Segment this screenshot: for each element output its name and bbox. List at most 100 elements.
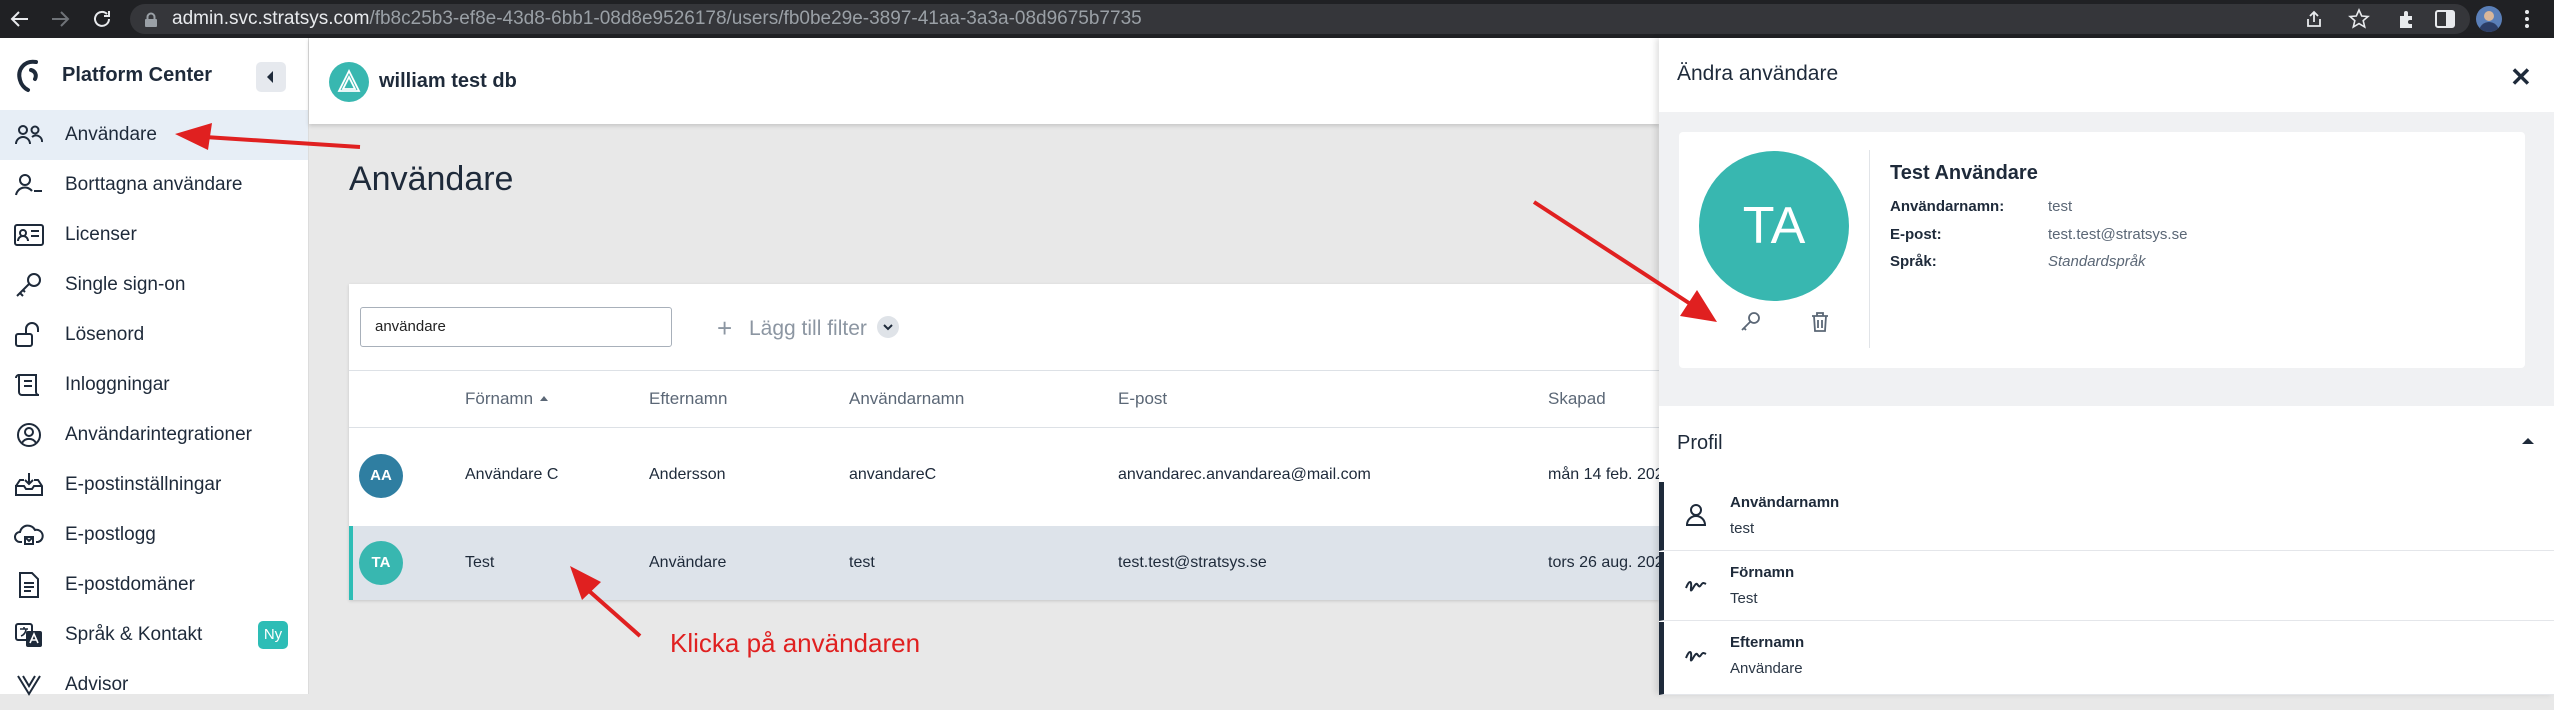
profile-field-label: Användarnamn — [1730, 494, 1840, 511]
column-header-created[interactable]: Skapad — [1548, 389, 1606, 409]
chevron-left-icon — [267, 71, 273, 83]
profile-field-username[interactable]: Användarnamn test — [1659, 482, 2554, 551]
avatar: TA — [1699, 151, 1849, 301]
platform-logo-icon — [14, 58, 46, 94]
sidebar-item-email-log[interactable]: E-postlogg — [0, 510, 308, 560]
sidebar-item-label: Språk & Kontakt — [65, 624, 203, 645]
chevron-down-icon — [883, 324, 893, 331]
user-summary-card: TA Test Användare Användarnamn: test E-p… — [1679, 132, 2525, 368]
table-row[interactable]: AA Användare C Andersson anvandareC anva… — [349, 427, 1673, 525]
trash-icon[interactable] — [1809, 310, 1831, 334]
new-badge: Ny — [258, 621, 288, 649]
menu-kebab-icon[interactable] — [2524, 9, 2530, 29]
sidebar-item-label: Borttagna användare — [65, 174, 243, 195]
sidebar-item-user-integrations[interactable]: Användarintegrationer — [0, 410, 308, 460]
sidebar-item-language-contact[interactable]: Språk & Kontakt Ny — [0, 610, 308, 660]
cell-first-name: Test — [465, 554, 495, 571]
profile-field-label: Efternamn — [1730, 634, 1805, 651]
field-value-language: Standardspråk — [2048, 253, 2146, 270]
back-icon[interactable] — [8, 7, 32, 31]
profile-field-first-name[interactable]: Förnamn Test — [1659, 552, 2554, 621]
profile-avatar[interactable] — [2476, 6, 2502, 32]
collapse-sidebar-button[interactable] — [256, 62, 286, 92]
brand-name: Platform Center — [62, 64, 213, 86]
database-logo-icon — [329, 62, 369, 102]
profile-field-last-name[interactable]: Efternamn Användare — [1659, 622, 2554, 695]
avatar: TA — [359, 541, 403, 585]
extensions-icon[interactable] — [2396, 8, 2418, 30]
sidebar-item-label: Inloggningar — [65, 374, 170, 395]
scroll-icon — [14, 372, 44, 398]
cell-last-name: Andersson — [649, 466, 726, 483]
app-header: william test db — [309, 38, 1659, 124]
chevron-up-icon[interactable] — [2519, 432, 2537, 450]
sidebar-item-licenses[interactable]: Licenser — [0, 210, 308, 260]
sidebar-item-label: Användare — [65, 124, 157, 145]
sidebar-item-sso[interactable]: Single sign-on — [0, 260, 308, 310]
cloud-mail-icon — [14, 522, 44, 548]
field-label: Användarnamn: — [1890, 198, 2005, 215]
lock-icon — [14, 322, 44, 348]
cell-username: anvandareC — [849, 466, 937, 483]
sidebar-item-label: Lösenord — [65, 324, 145, 345]
sidebar-item-deleted-users[interactable]: Borttagna användare — [0, 160, 308, 210]
cell-created: mån 14 feb. 2022 — [1548, 466, 1673, 483]
panel-title: Ändra användare — [1677, 62, 1839, 85]
column-header-username[interactable]: Användarnamn — [849, 389, 964, 409]
cell-email: test.test@stratsys.se — [1118, 554, 1267, 571]
user-removed-icon — [14, 172, 44, 198]
cell-created: tors 26 aug. 2021 — [1548, 554, 1673, 571]
cell-last-name: Användare — [649, 554, 727, 571]
sidebar-item-advisor[interactable]: Advisor — [0, 660, 308, 710]
field-label: E-post: — [1890, 226, 1942, 243]
search-input[interactable]: användare — [360, 307, 672, 347]
avatar: AA — [359, 454, 403, 498]
sidebar-item-users[interactable]: Användare — [0, 110, 308, 160]
search-input-value: användare — [375, 318, 446, 335]
sidebar-item-password[interactable]: Lösenord — [0, 310, 308, 360]
sidebar-item-label: Advisor — [65, 674, 129, 695]
person-icon — [1684, 502, 1708, 526]
browser-toolbar: admin.svc.stratsys.com/fb8c25b3-ef8e-43d… — [0, 0, 2554, 38]
side-panel-icon[interactable] — [2434, 8, 2456, 30]
sidebar-item-logins[interactable]: Inloggningar — [0, 360, 308, 410]
plus-icon[interactable]: + — [717, 313, 732, 344]
column-header-email[interactable]: E-post — [1118, 389, 1167, 409]
column-header-first-name[interactable]: Förnamn — [465, 389, 550, 409]
add-filter-button[interactable]: Lägg till filter — [749, 317, 867, 341]
field-value-email: test.test@stratsys.se — [2048, 226, 2188, 243]
sidebar: Platform Center Användare Borttagna anvä… — [0, 38, 309, 696]
reload-icon[interactable] — [90, 7, 114, 31]
cell-username: test — [849, 554, 875, 571]
sort-ascending-icon — [539, 395, 548, 401]
user-full-name: Test Användare — [1890, 162, 2038, 184]
users-table-card: användare + Lägg till filter Förnamn Eft… — [349, 284, 1673, 600]
profile-section: Profil Användarnamn test Förnamn Test Ef… — [1659, 406, 2554, 695]
bookmark-star-icon[interactable] — [2348, 8, 2370, 30]
sidebar-item-email-settings[interactable]: E-postinställningar — [0, 460, 308, 510]
url-text: admin.svc.stratsys.com/fb8c25b3-ef8e-43d… — [172, 8, 1142, 29]
table-row-selected[interactable]: TA Test Användare test test.test@stratsy… — [349, 526, 1673, 600]
profile-title[interactable]: Profil — [1677, 432, 1723, 455]
id-card-icon — [14, 222, 44, 248]
sidebar-item-email-domains[interactable]: E-postdomäner — [0, 560, 308, 610]
signature-icon — [1684, 572, 1708, 596]
cell-first-name: Användare C — [465, 466, 559, 483]
forward-icon[interactable] — [48, 7, 72, 31]
users-icon — [14, 122, 44, 148]
panel-header: Ändra användare ✕ — [1659, 38, 2554, 112]
profile-field-value: test — [1730, 520, 1755, 537]
share-icon[interactable] — [2304, 9, 2324, 29]
document-icon — [14, 572, 44, 598]
field-value-username: test — [2048, 198, 2073, 215]
profile-field-value: Test — [1730, 590, 1758, 607]
sidebar-item-label: Användarintegrationer — [65, 424, 252, 445]
close-icon[interactable]: ✕ — [2510, 62, 2532, 93]
lock-icon — [144, 12, 158, 28]
filter-dropdown-button[interactable] — [877, 316, 899, 338]
reset-password-key-icon[interactable] — [1739, 310, 1763, 334]
column-header-last-name[interactable]: Efternamn — [649, 389, 727, 409]
field-label: Språk: — [1890, 253, 1937, 270]
translate-icon — [14, 622, 44, 648]
database-name: william test db — [379, 70, 517, 92]
